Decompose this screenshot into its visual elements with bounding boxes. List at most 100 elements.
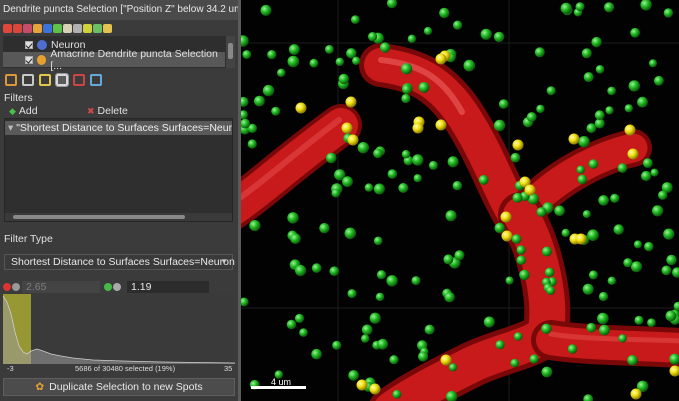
unselected-spot[interactable]: [581, 48, 592, 59]
unselected-spot[interactable]: [598, 195, 609, 206]
upper-threshold-toggle-icon[interactable]: [104, 282, 112, 291]
selected-spot[interactable]: [500, 211, 512, 223]
unselected-spot[interactable]: [610, 193, 620, 203]
selected-spot[interactable]: [412, 122, 424, 134]
visibility-checkbox[interactable]: [25, 55, 33, 64]
unselected-spot[interactable]: [637, 96, 648, 108]
unselected-spot[interactable]: [335, 57, 344, 66]
unselected-spot[interactable]: [242, 50, 252, 59]
tree-item-dendrite-puncta[interactable]: Amacrine Dendrite puncta Selection [...: [3, 48, 225, 72]
unselected-spot[interactable]: [583, 394, 594, 401]
visibility-checkbox[interactable]: [25, 40, 33, 49]
unselected-spot[interactable]: [241, 297, 249, 307]
unselected-spot[interactable]: [311, 263, 322, 273]
filter-type-dropdown[interactable]: Shortest Distance to Surfaces Surfaces=N…: [4, 254, 235, 270]
selected-spot[interactable]: [341, 122, 353, 134]
add-filter-button[interactable]: ◆ Add: [3, 105, 81, 117]
edit-tab-icon[interactable]: [22, 74, 34, 86]
unselected-spot[interactable]: [377, 338, 388, 350]
unselected-spot[interactable]: [541, 323, 552, 334]
unselected-spot[interactable]: [631, 261, 642, 273]
unselected-spot[interactable]: [541, 366, 553, 378]
unselected-spot[interactable]: [607, 276, 616, 285]
unselected-spot[interactable]: [599, 324, 610, 336]
unselected-spot[interactable]: [618, 334, 627, 343]
unselected-spot[interactable]: [617, 163, 628, 173]
unselected-spot[interactable]: [373, 148, 383, 159]
unselected-spot[interactable]: [351, 15, 360, 24]
unselected-spot[interactable]: [650, 168, 659, 177]
unselected-spot[interactable]: [658, 190, 668, 200]
unselected-spot[interactable]: [495, 340, 505, 350]
unselected-spot[interactable]: [582, 283, 594, 295]
group-icon[interactable]: [63, 23, 72, 33]
unselected-spot[interactable]: [368, 31, 378, 42]
selected-spot[interactable]: [435, 119, 447, 131]
unselected-spot[interactable]: [511, 234, 522, 244]
unselected-spot[interactable]: [445, 210, 457, 222]
unselected-spot[interactable]: [630, 27, 640, 38]
unselected-spot[interactable]: [411, 276, 421, 286]
selected-spot[interactable]: [630, 388, 642, 400]
unselected-spot[interactable]: [277, 68, 286, 78]
unselected-spot[interactable]: [623, 258, 633, 268]
unselected-spot[interactable]: [613, 224, 624, 235]
unselected-spot[interactable]: [287, 55, 300, 68]
unselected-spot[interactable]: [428, 160, 438, 170]
cells-icon[interactable]: [33, 23, 42, 33]
unselected-spot[interactable]: [516, 245, 526, 255]
unselected-spot[interactable]: [287, 212, 299, 224]
unselected-spot[interactable]: [389, 355, 399, 365]
unselected-spot[interactable]: [594, 110, 605, 121]
unselected-spot[interactable]: [448, 363, 458, 372]
unselected-spot[interactable]: [348, 370, 359, 381]
frame-icon[interactable]: [73, 23, 82, 33]
unselected-spot[interactable]: [418, 351, 429, 362]
unselected-spot[interactable]: [672, 267, 679, 278]
selected-spot[interactable]: [624, 124, 636, 136]
lower-auto-icon[interactable]: [12, 282, 20, 291]
unselected-spot[interactable]: [647, 318, 656, 328]
surfaces-icon[interactable]: [13, 23, 22, 33]
unselected-spot[interactable]: [526, 112, 537, 122]
unselected-spot[interactable]: [505, 276, 514, 285]
unselected-spot[interactable]: [554, 205, 565, 217]
unselected-spot[interactable]: [325, 45, 334, 54]
unselected-spot[interactable]: [338, 73, 349, 85]
unselected-spot[interactable]: [561, 228, 570, 237]
unselected-spot[interactable]: [332, 340, 342, 350]
creation-tab-icon[interactable]: [5, 74, 17, 86]
unselected-spot[interactable]: [376, 270, 387, 280]
unselected-spot[interactable]: [649, 59, 657, 68]
unselected-spot[interactable]: [604, 2, 615, 13]
unselected-spot[interactable]: [652, 205, 664, 217]
3d-viewer[interactable]: 4 um: [241, 0, 679, 401]
unselected-spot[interactable]: [578, 136, 590, 148]
unselected-spot[interactable]: [463, 59, 476, 72]
duplicate-selection-button[interactable]: ✿ Duplicate Selection to new Spots: [3, 378, 235, 396]
unselected-spot[interactable]: [329, 266, 340, 277]
unselected-spot[interactable]: [342, 176, 353, 188]
unselected-spot[interactable]: [663, 8, 674, 18]
spots-icon[interactable]: [3, 23, 12, 33]
selected-spot[interactable]: [440, 354, 452, 366]
unselected-spot[interactable]: [582, 210, 591, 219]
unselected-spot[interactable]: [598, 291, 609, 302]
unselected-spot[interactable]: [588, 270, 598, 280]
unselected-spot[interactable]: [247, 139, 257, 149]
unselected-spot[interactable]: [661, 265, 672, 276]
selected-spot[interactable]: [347, 134, 359, 146]
unselected-spot[interactable]: [254, 95, 265, 107]
filter-list-item[interactable]: ▾ "Shortest Distance to Surfaces Surface…: [5, 121, 232, 135]
selected-spot[interactable]: [345, 96, 357, 108]
unselected-spot[interactable]: [369, 312, 381, 324]
selected-spot[interactable]: [369, 383, 381, 395]
unselected-spot[interactable]: [401, 150, 411, 159]
unselected-spot[interactable]: [444, 292, 455, 303]
unselected-spot[interactable]: [413, 174, 422, 183]
filter-list-scrollbar[interactable]: [5, 213, 232, 221]
unselected-spot[interactable]: [534, 47, 545, 58]
points-icon[interactable]: [43, 23, 52, 33]
unselected-spot[interactable]: [654, 75, 664, 86]
unselected-spot[interactable]: [453, 20, 463, 30]
